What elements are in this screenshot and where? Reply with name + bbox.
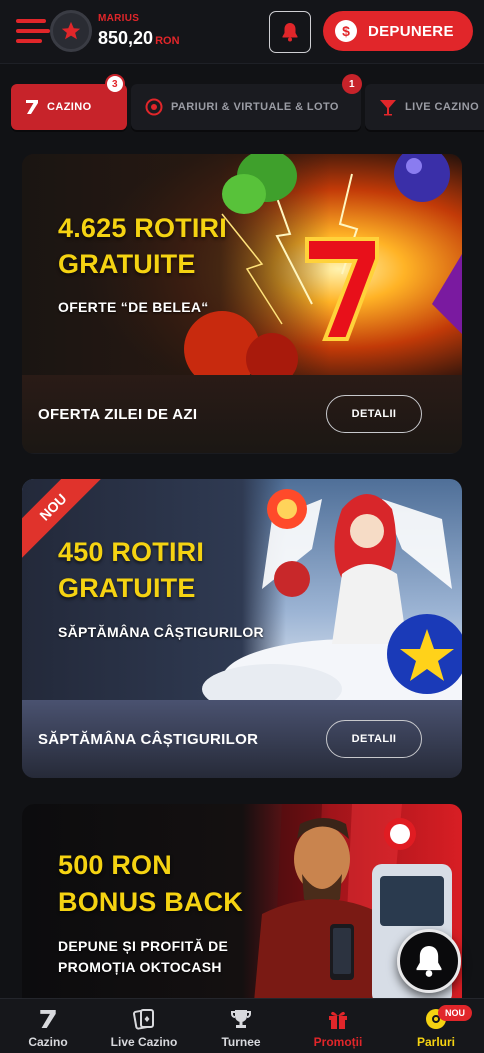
promo-footer: OFERTA ZILEI DE AZI DETALII xyxy=(22,375,462,453)
bell-icon xyxy=(416,946,442,977)
promo-hero: 500 RON BONUS BACK DEPUNE ȘI PROFITĂ DE … xyxy=(22,804,462,1024)
tab-badge: 3 xyxy=(105,74,125,94)
cocktail-icon xyxy=(379,98,397,116)
star-icon xyxy=(61,21,81,40)
nav-item-live-cazino[interactable]: Live Cazino xyxy=(96,999,192,1053)
nav-item-turnee[interactable]: Turnee xyxy=(193,999,289,1053)
balance-amount: 850,20 xyxy=(98,28,154,48)
tab-badge: 1 xyxy=(342,74,362,94)
floating-notifications-button[interactable] xyxy=(397,929,461,993)
promo-hero: 4.625 ROTIRI GRATUITE OFERTE “DE BELEA“ xyxy=(22,154,462,375)
tab-label: CAZINO xyxy=(47,101,92,113)
nav-item-cazino[interactable]: Cazino xyxy=(0,999,96,1053)
details-button[interactable]: DETALII xyxy=(326,720,422,758)
seven-icon xyxy=(39,1004,57,1034)
promo-title-line2: GRATUITE xyxy=(58,249,196,279)
promo-footer: SĂPTĂMÂNA CÂȘTIGURILOR DETALII xyxy=(22,700,462,778)
top-header: MARIUS 850,20 RON $ DEPUNERE xyxy=(0,0,484,64)
details-button[interactable]: DETALII xyxy=(326,395,422,433)
promo-title-line1: 500 RON xyxy=(58,850,172,880)
bottom-navigation: Cazino Live Cazino Turnee Promoții Parlu… xyxy=(0,998,484,1053)
promo-subtitle-line2: PROMOȚIA OKTOCASH xyxy=(58,959,222,975)
cards-icon xyxy=(132,1004,156,1034)
seven-icon xyxy=(25,99,39,115)
gift-icon xyxy=(326,1004,350,1034)
nav-label: Cazino xyxy=(28,1035,68,1049)
nav-label: Turnee xyxy=(221,1035,261,1049)
tab-label: PARIURI & VIRTUALE & LOTO xyxy=(171,101,339,113)
promo-card-oktocash[interactable]: 500 RON BONUS BACK DEPUNE ȘI PROFITĂ DE … xyxy=(22,804,462,1024)
promo-card-weekly-wins[interactable]: NOU 450 ROTIRI GRATUITE SĂPTĂMÂNA CÂȘTIG… xyxy=(22,479,462,778)
nav-item-promotii[interactable]: Promoții xyxy=(290,999,386,1053)
promo-title-line1: 450 ROTIRI xyxy=(58,537,205,567)
promo-subtitle-line1: DEPUNE ȘI PROFITĂ DE xyxy=(58,938,229,954)
promo-footer-title: OFERTA ZILEI DE AZI xyxy=(38,405,198,423)
football-icon xyxy=(145,98,163,116)
promo-title-line2: BONUS BACK xyxy=(58,887,244,917)
promo-subtitle: SĂPTĂMÂNA CÂȘTIGURILOR xyxy=(58,624,264,640)
promo-footer-title: SĂPTĂMÂNA CÂȘTIGURILOR xyxy=(38,730,259,748)
promo-title-line1: 4.625 ROTIRI xyxy=(58,213,227,243)
tab-label: LIVE CAZINO xyxy=(405,101,480,113)
avatar[interactable] xyxy=(50,10,92,52)
notifications-button[interactable] xyxy=(269,11,311,53)
dollar-icon: $ xyxy=(335,20,357,42)
deposit-label: DEPUNERE xyxy=(368,22,454,40)
balance-currency: RON xyxy=(155,35,180,47)
tab-pariuri[interactable]: PARIURI & VIRTUALE & LOTO 1 xyxy=(131,74,362,130)
account-balance[interactable]: 850,20 RON xyxy=(98,28,180,49)
new-badge: NOU xyxy=(438,1005,472,1021)
category-tabs: CAZINO 3 PARIURI & VIRTUALE & LOTO 1 LIV… xyxy=(0,74,484,134)
tab-cazino[interactable]: CAZINO 3 xyxy=(11,74,127,130)
nav-label: Promoții xyxy=(313,1035,363,1049)
menu-icon[interactable] xyxy=(16,19,50,43)
promo-hero: NOU 450 ROTIRI GRATUITE SĂPTĂMÂNA CÂȘTIG… xyxy=(22,479,462,700)
promo-card-daily-offer[interactable]: 4.625 ROTIRI GRATUITE OFERTE “DE BELEA“ … xyxy=(22,154,462,454)
promo-title-line2: GRATUITE xyxy=(58,573,196,603)
nav-label: Live Cazino xyxy=(110,1035,178,1049)
tab-live-cazino[interactable]: LIVE CAZINO xyxy=(365,84,484,130)
bell-icon xyxy=(282,23,298,42)
nav-label: Parluri xyxy=(416,1035,455,1049)
username: MARIUS xyxy=(98,13,140,24)
promotions-page: MARIUS 850,20 RON $ DEPUNERE CAZINO 3 PA… xyxy=(0,0,484,1053)
deposit-button[interactable]: $ DEPUNERE xyxy=(323,11,473,51)
trophy-icon xyxy=(229,1004,253,1034)
promo-subtitle: OFERTE “DE BELEA“ xyxy=(58,299,209,315)
